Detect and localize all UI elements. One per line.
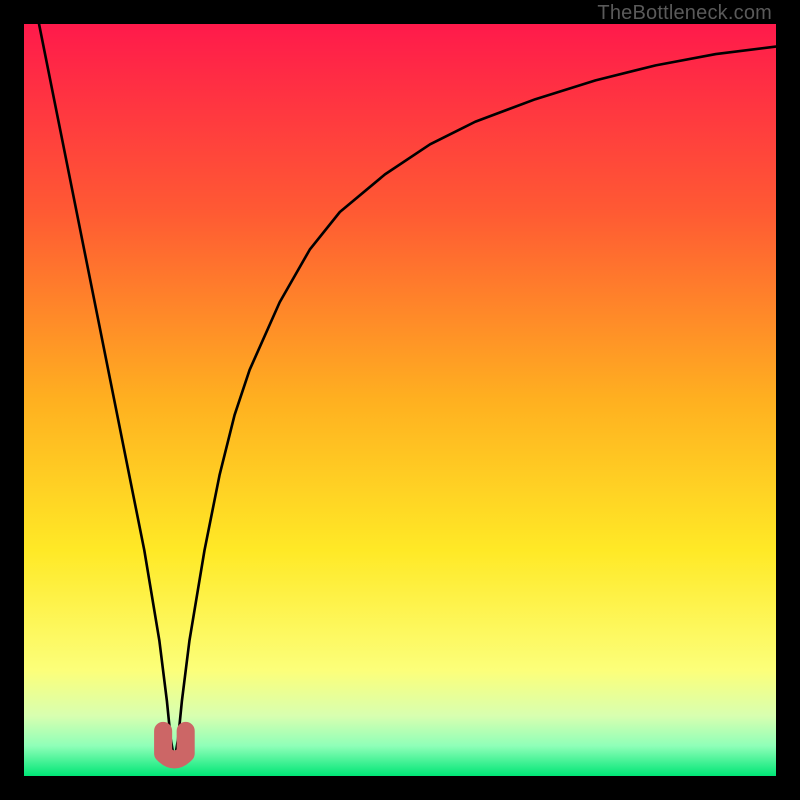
- chart-frame: TheBottleneck.com: [0, 0, 800, 800]
- bottleneck-curve: [39, 24, 776, 761]
- curve-layer: [24, 24, 776, 776]
- plot-area: [24, 24, 776, 776]
- valley-marker-icon: [163, 731, 186, 760]
- watermark-text: TheBottleneck.com: [597, 2, 772, 25]
